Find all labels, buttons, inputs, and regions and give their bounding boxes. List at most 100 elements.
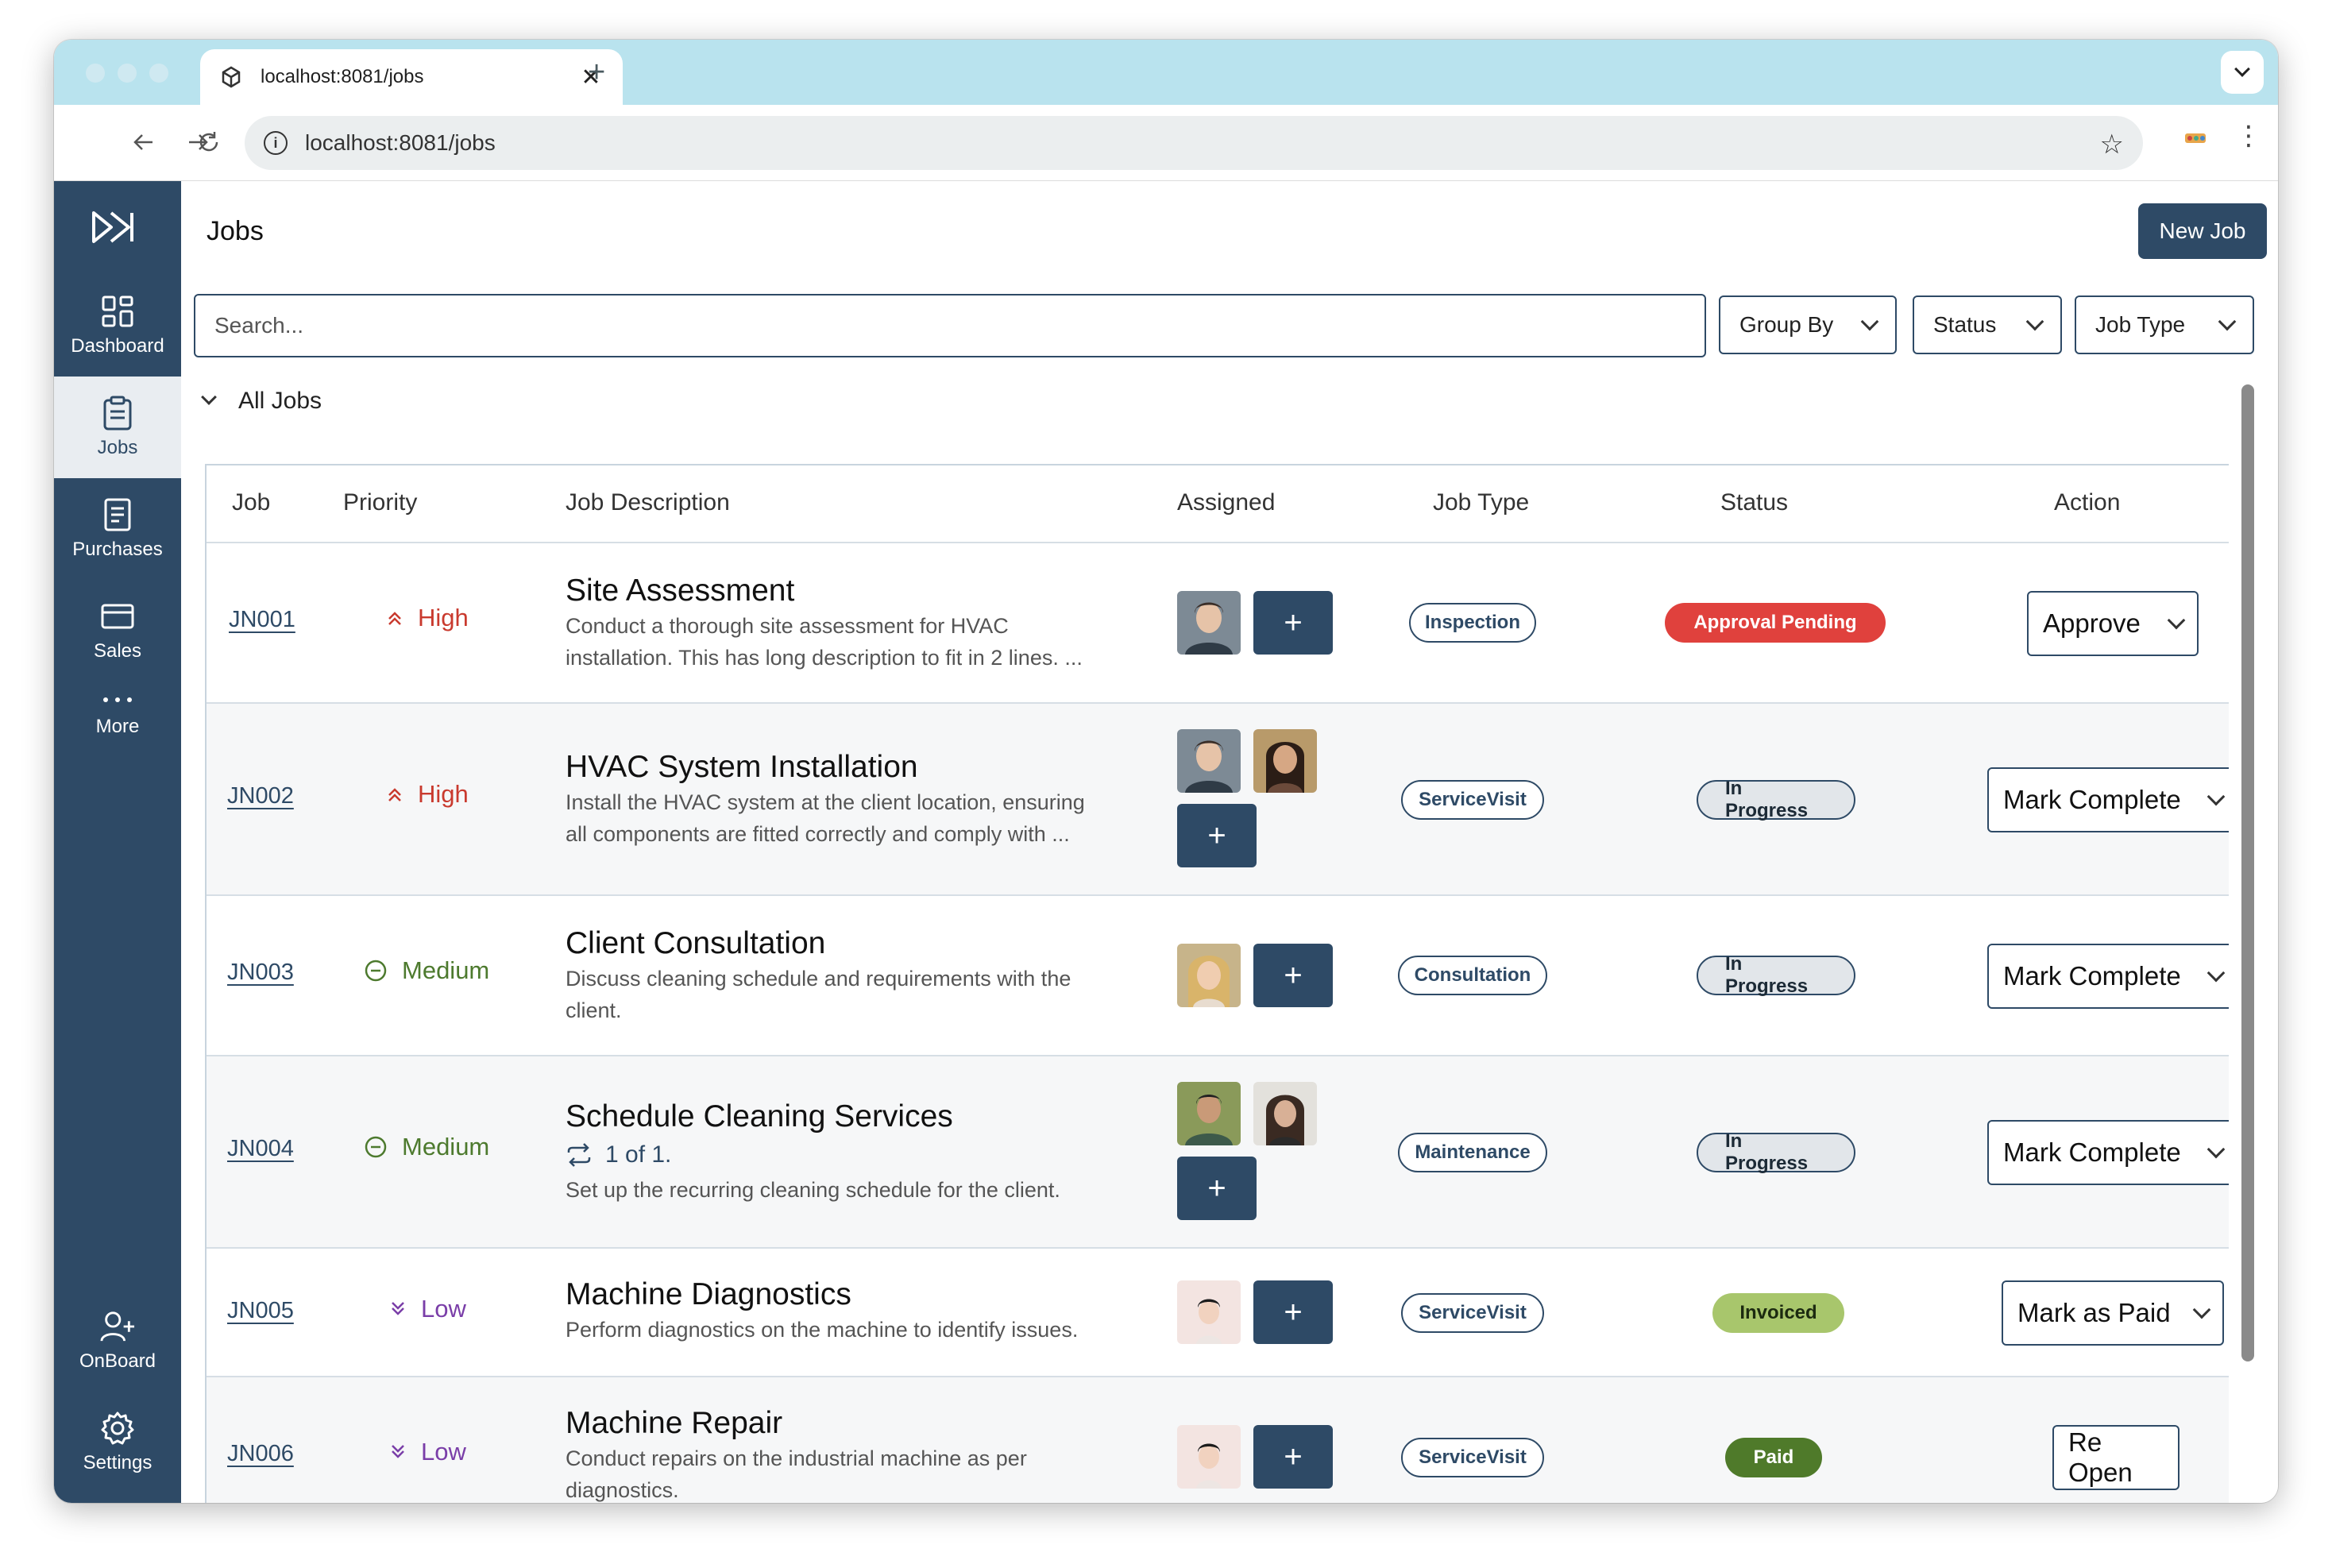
sidebar-item-sales[interactable]: Sales: [54, 580, 181, 682]
priority-cell: Medium: [364, 956, 489, 985]
chevron-down-icon: [2025, 312, 2044, 331]
group-label: All Jobs: [238, 388, 322, 414]
jobs-table: Job Priority Job Description Assigned Jo…: [205, 464, 2229, 1503]
job-description: Machine Repair Conduct repairs on the in…: [566, 1404, 1137, 1503]
action-dropdown[interactable]: Approve: [2027, 591, 2199, 656]
column-header-status: Status: [1720, 489, 1789, 516]
job-id-link[interactable]: JN001: [229, 607, 295, 633]
avatar[interactable]: [1177, 944, 1241, 1007]
job-type-badge: Consultation: [1398, 956, 1547, 995]
table-row[interactable]: JN005 Low Machine Diagnostics Perform di…: [207, 1249, 2229, 1377]
browser-tab-active[interactable]: localhost:8081/jobs ✕: [200, 49, 623, 105]
search-input[interactable]: [194, 294, 1706, 357]
sidebar: Dashboard Jobs Purchases Sales More OnBo…: [54, 181, 181, 1503]
site-info-icon[interactable]: i: [264, 131, 288, 155]
reopen-button[interactable]: Re Open: [2052, 1425, 2179, 1490]
sidebar-item-dashboard[interactable]: Dashboard: [54, 275, 181, 377]
add-assignee-button[interactable]: +: [1253, 1425, 1333, 1489]
sidebar-item-jobs[interactable]: Jobs: [54, 377, 181, 478]
window-zoom-dot[interactable]: [149, 64, 168, 83]
new-job-button[interactable]: New Job: [2138, 203, 2267, 259]
job-description: Schedule Cleaning Services 1 of 1. Set u…: [566, 1098, 1137, 1206]
recurrence-label: 1 of 1.: [605, 1141, 672, 1168]
table-row[interactable]: JN001 High Site Assessment Conduct a tho…: [207, 543, 2229, 704]
window-minimize-dot[interactable]: [118, 64, 137, 83]
job-desc-line: Set up the recurring cleaning schedule f…: [566, 1178, 1060, 1202]
status-badge: In Progress: [1697, 778, 1855, 821]
table-scrollbar[interactable]: [2241, 384, 2254, 1361]
job-id-link[interactable]: JN002: [227, 783, 294, 809]
priority-label: Low: [421, 1295, 466, 1323]
job-id-link[interactable]: JN003: [227, 960, 294, 986]
address-bar[interactable]: i localhost:8081/jobs ☆: [245, 116, 2143, 170]
add-assignee-button[interactable]: +: [1253, 1280, 1333, 1344]
more-icon: [100, 690, 135, 709]
app-root: Dashboard Jobs Purchases Sales More OnBo…: [54, 181, 2278, 1503]
job-desc-line: Install the HVAC system at the client lo…: [566, 790, 1085, 814]
group-toggle-all-jobs[interactable]: All Jobs: [197, 388, 322, 415]
action-dropdown[interactable]: Mark Complete: [1987, 944, 2229, 1009]
priority-label: Medium: [402, 956, 490, 984]
status-dropdown[interactable]: Status: [1913, 295, 2062, 354]
action-dropdown[interactable]: Mark as Paid: [2002, 1280, 2224, 1346]
tab-title: localhost:8081/jobs: [261, 66, 424, 87]
group-by-dropdown[interactable]: Group By: [1719, 295, 1897, 354]
sidebar-item-onboard[interactable]: OnBoard: [54, 1290, 181, 1392]
avatar[interactable]: [1177, 1425, 1241, 1489]
extension-icon[interactable]: [2183, 127, 2210, 156]
card-icon: [100, 599, 135, 634]
job-title: Schedule Cleaning Services: [566, 1099, 953, 1134]
new-tab-button[interactable]: +: [588, 56, 605, 90]
avatar[interactable]: [1253, 1082, 1317, 1145]
job-desc-line: Conduct a thorough site assessment for H…: [566, 614, 1009, 638]
status-badge: In Progress: [1697, 953, 1855, 997]
window-close-dot[interactable]: [86, 64, 105, 83]
status-badge: Paid: [1725, 1438, 1822, 1477]
avatar[interactable]: [1177, 1082, 1241, 1145]
job-type-badge: ServiceVisit: [1401, 780, 1544, 820]
bookmark-star-icon[interactable]: ☆: [2100, 129, 2124, 160]
add-assignee-button[interactable]: +: [1253, 944, 1333, 1007]
job-desc-line: all components are fitted correctly and …: [566, 822, 1070, 846]
avatar[interactable]: [1177, 1280, 1241, 1344]
table-row[interactable]: JN006 Low Machine Repair Conduct repairs…: [207, 1377, 2229, 1503]
status-badge: Invoiced: [1712, 1293, 1844, 1333]
job-desc-line: Discuss cleaning schedule and requiremen…: [566, 967, 1071, 991]
chevron-down-icon: [2192, 1300, 2211, 1319]
reload-icon[interactable]: [191, 124, 227, 160]
priority-cell: Low: [389, 1438, 466, 1466]
job-id-link[interactable]: JN004: [227, 1136, 294, 1162]
job-id-link[interactable]: JN005: [227, 1298, 294, 1324]
job-type-dropdown[interactable]: Job Type: [2075, 295, 2254, 354]
priority-label: Low: [421, 1438, 466, 1466]
table-row[interactable]: JN004 Medium Schedule Cleaning Services …: [207, 1056, 2229, 1249]
avatar[interactable]: [1177, 591, 1241, 655]
table-row[interactable]: JN002 High HVAC System Installation Inst…: [207, 704, 2229, 896]
job-type-badge: Inspection: [1409, 603, 1536, 643]
sidebar-label: Purchases: [72, 539, 163, 560]
sidebar-item-more[interactable]: More: [54, 670, 181, 758]
job-desc-line: installation. This has long description …: [566, 646, 1083, 670]
browser-menu-icon[interactable]: ⋮: [2235, 122, 2262, 149]
recurrence-info: 1 of 1.: [566, 1136, 1137, 1174]
table-row[interactable]: JN003 Medium Client Consultation Discuss…: [207, 896, 2229, 1056]
app-logo-icon[interactable]: [91, 210, 138, 245]
status-badge: In Progress: [1697, 1130, 1855, 1174]
priority-cell: High: [386, 604, 469, 632]
avatar[interactable]: [1253, 729, 1317, 793]
action-label: Mark as Paid: [2017, 1298, 2171, 1327]
action-dropdown[interactable]: Mark Complete: [1987, 767, 2229, 832]
job-id-link[interactable]: JN006: [227, 1441, 294, 1467]
chevron-down-icon: [2167, 611, 2186, 630]
avatar[interactable]: [1177, 729, 1241, 793]
back-button[interactable]: [125, 124, 162, 160]
sidebar-item-settings[interactable]: Settings: [54, 1392, 181, 1493]
add-assignee-button[interactable]: +: [1253, 591, 1333, 655]
document-icon: [100, 497, 135, 532]
add-assignee-button[interactable]: +: [1177, 804, 1257, 867]
sidebar-label: Settings: [83, 1452, 153, 1473]
action-dropdown[interactable]: Mark Complete: [1987, 1120, 2229, 1185]
tab-search-button[interactable]: [2221, 51, 2264, 94]
add-assignee-button[interactable]: +: [1177, 1157, 1257, 1220]
sidebar-item-purchases[interactable]: Purchases: [54, 478, 181, 580]
